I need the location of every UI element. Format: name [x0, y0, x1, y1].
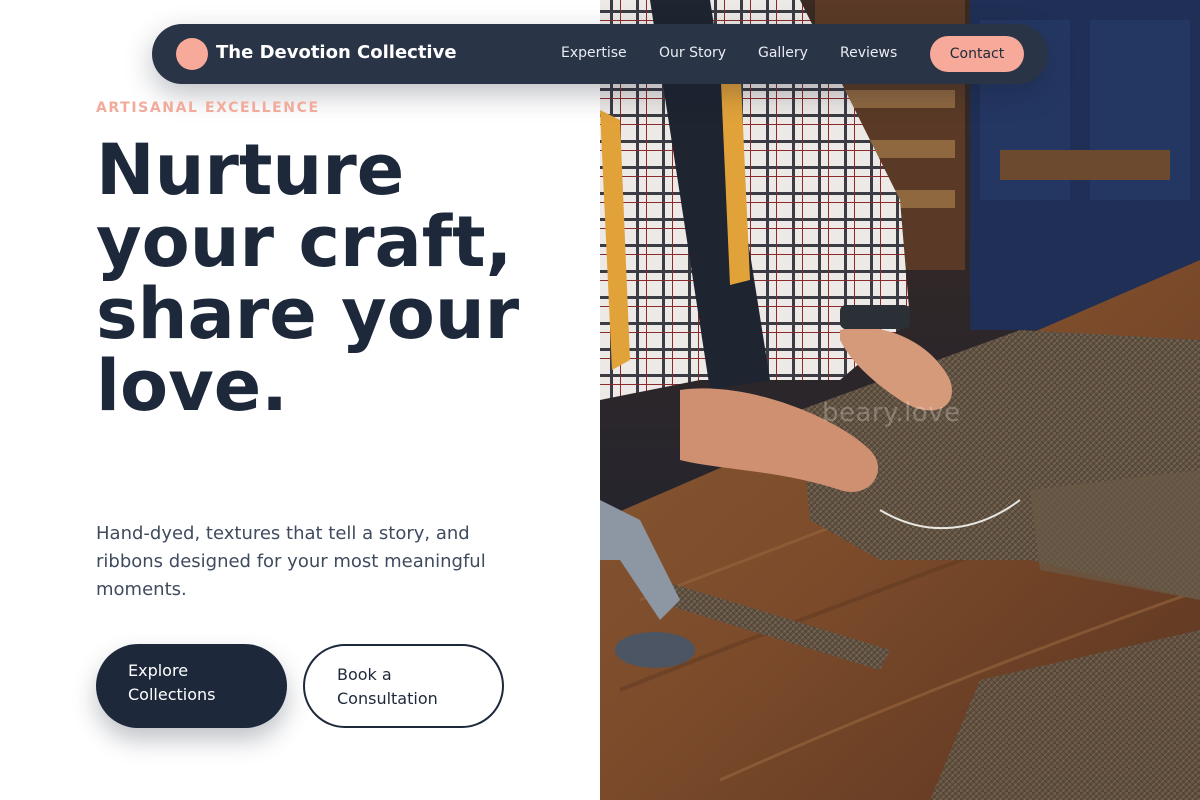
- nav-link-gallery[interactable]: Gallery: [758, 45, 808, 61]
- nav-link-reviews[interactable]: Reviews: [840, 45, 897, 61]
- nav-link-our-story[interactable]: Our Story: [659, 45, 726, 61]
- hero-headline: Nurture your craft, share your love.: [96, 129, 520, 427]
- brand-name[interactable]: The Devotion Collective: [216, 42, 457, 63]
- hero-description: Hand-dyed, textures that tell a story, a…: [96, 523, 486, 600]
- hero-eyebrow: ARTISANAL EXCELLENCE: [96, 100, 320, 116]
- top-navbar: The Devotion Collective Expertise Our St…: [152, 24, 1048, 84]
- nav-link-expertise[interactable]: Expertise: [561, 45, 627, 61]
- contact-button[interactable]: Contact: [930, 36, 1024, 72]
- brand-logo-icon[interactable]: [176, 38, 208, 70]
- hero-photo: beary.love: [600, 0, 1200, 800]
- explore-collections-button[interactable]: Explore Collections: [96, 644, 287, 728]
- book-consultation-button[interactable]: Book a Consultation: [303, 644, 504, 728]
- photo-watermark: beary.love: [822, 398, 961, 428]
